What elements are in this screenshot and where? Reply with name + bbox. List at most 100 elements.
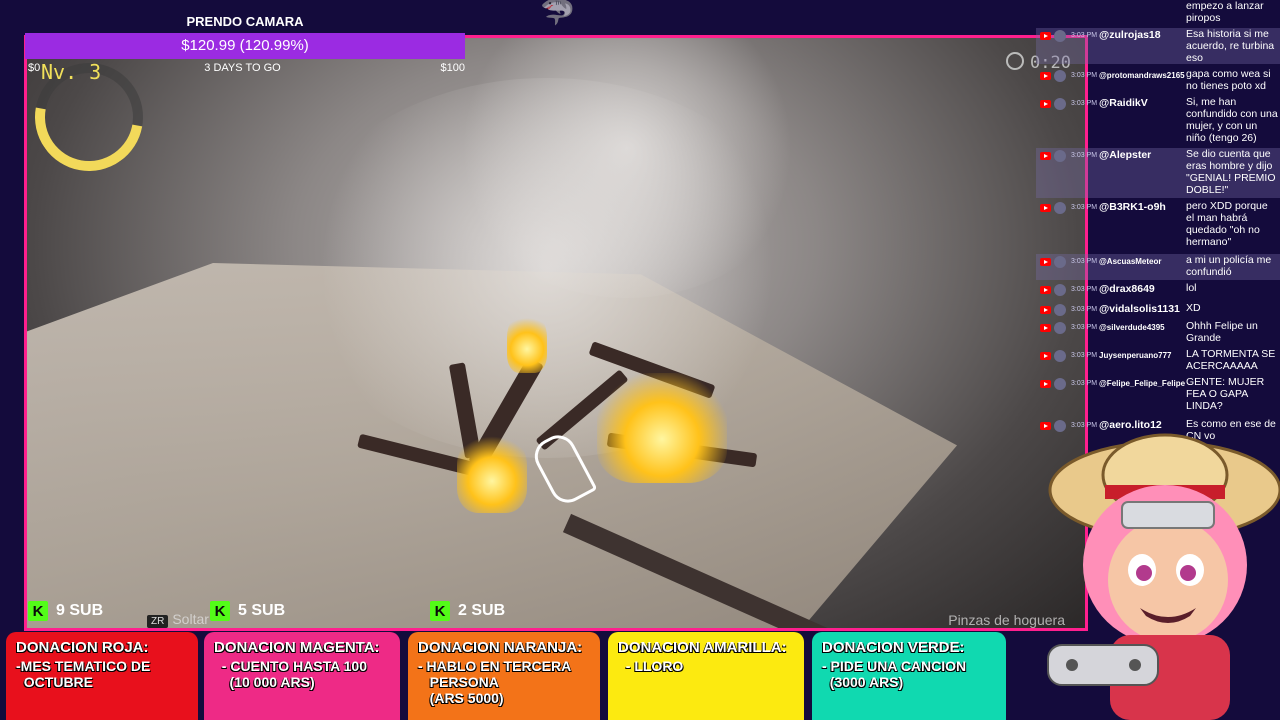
youtube-icon [1040, 286, 1051, 294]
chat-message: 3:03 PM @RaidikV Si, me han confundido con… [1036, 96, 1280, 146]
avatar [1054, 256, 1066, 268]
chat-message: 3:03 PM @protomandraws2165 gapa como wea s… [1036, 68, 1280, 94]
avatar [1054, 202, 1066, 214]
youtube-icon [1040, 258, 1051, 266]
chat-timestamp: 3:03 PM [1071, 324, 1098, 331]
campfire [347, 293, 758, 553]
youtube-icon [1040, 306, 1051, 314]
chat-message-text: GENTE: MUJER FEA O GAPA LINDA? [1186, 376, 1265, 412]
donation-line: - CUENTO HASTA 100 [214, 658, 367, 674]
chat-message-text: XD [1186, 302, 1201, 314]
chat-overflow: empezo a lanzar piropos [1036, 0, 1280, 26]
game-capture: Nv. 3 0:20 ZR Soltar Pinzas de hoguera [24, 35, 1088, 631]
chat-timestamp: 3:03 PM [1071, 422, 1098, 429]
donation-line: - LLORO [618, 658, 684, 674]
youtube-icon [1040, 422, 1051, 430]
chat-timestamp: 3:03 PM [1071, 152, 1098, 159]
avatar [1054, 350, 1066, 362]
chat-username: @Alepster [1099, 149, 1152, 161]
flame [597, 373, 727, 483]
chat-message: 3:03 PM @vidalsolis1131 XD [1036, 302, 1280, 320]
sub-goal-9: K 9 SUB [28, 600, 103, 622]
kick-icon: K [28, 601, 48, 621]
chat-message-text: a mi un policía me confundió [1186, 254, 1272, 278]
chat-message-text: empezo a lanzar piropos [1186, 0, 1264, 24]
chat-username: @drax8649 [1099, 283, 1155, 295]
level-label: Nv. 3 [41, 60, 102, 84]
chat-timestamp: 3:03 PM [1071, 72, 1098, 79]
chat-username: @RaidikV [1099, 97, 1148, 109]
youtube-icon [1040, 204, 1051, 212]
hint-drop-label: Soltar [172, 611, 209, 627]
chat-panel: empezo a lanzar piropos 3:03 PM @zulrojas… [1036, 0, 1280, 460]
donation-orange: DONACION NARANJA: - HABLO EN TERCERA PER… [408, 632, 600, 720]
youtube-icon [1040, 100, 1051, 108]
donation-green: DONACION VERDE: - PIDE UNA CANCION (3000… [812, 632, 1006, 720]
chat-message: 3:03 PM @Alepster Se dio cuenta que eras h… [1036, 148, 1280, 198]
chat-message: 3:03 PM @zulrojas18 Esa historia si me acu… [1036, 28, 1280, 64]
donation-line: (3000 ARS) [822, 674, 904, 690]
avatar [1054, 30, 1066, 42]
chat-message-text: Si, me han confundido con una mujer, y c… [1186, 96, 1278, 144]
zr-button-icon: ZR [147, 615, 169, 628]
chat-timestamp: 3:03 PM [1071, 204, 1098, 211]
youtube-icon [1040, 352, 1051, 360]
donation-title: DONACION MAGENTA: [214, 639, 380, 656]
sub-goal-5: K 5 SUB [210, 600, 285, 622]
chat-message-text: pero XDD porque el man habrá quedado "oh… [1186, 200, 1268, 248]
chat-message: 3:03 PM @silverdude4395 Ohhh Felipe un Gra… [1036, 320, 1280, 346]
sub-goal-label: 9 SUB [56, 602, 104, 619]
chat-message: 3:03 PM @Felipe_Felipe_Felipe GENTE: MUJER… [1036, 376, 1280, 416]
flame [457, 433, 527, 513]
donation-magenta: DONACION MAGENTA: - CUENTO HASTA 100 (10… [204, 632, 400, 720]
chat-timestamp: 3:03 PM [1071, 32, 1098, 39]
avatar [1054, 150, 1066, 162]
chat-timestamp: 3:03 PM [1071, 380, 1098, 387]
donation-line: (10 000 ARS) [214, 674, 315, 690]
flame [507, 313, 547, 373]
chat-username: @protomandraws2165 [1099, 71, 1185, 80]
youtube-icon [1040, 32, 1051, 40]
donation-line: OCTUBRE [16, 674, 93, 690]
donation-title: DONACION AMARILLA: [618, 639, 787, 656]
avatar [1054, 70, 1066, 82]
sub-goal-label: 5 SUB [238, 602, 286, 619]
kick-icon: K [210, 601, 230, 621]
chat-message: 3:03 PM @drax8649 lol [1036, 282, 1280, 300]
youtube-icon [1040, 380, 1051, 388]
chat-message: 3:03 PM @AscuasMeteor a mi un policía me c… [1036, 254, 1280, 280]
chat-timestamp: 3:03 PM [1071, 100, 1098, 107]
youtube-icon [1040, 72, 1051, 80]
chat-message: 3:03 PM Juysenperuano777 LA TORMENTA SE AC… [1036, 348, 1280, 374]
youtube-icon [1040, 152, 1051, 160]
donation-line: PERSONA [418, 674, 499, 690]
goal-end: $100 [440, 62, 465, 74]
avatar [1054, 322, 1066, 334]
chat-message-text: gapa como wea si no tienes poto xd [1186, 68, 1271, 92]
goal-start: $0 [28, 62, 41, 74]
chat-username: @vidalsolis1131 [1099, 303, 1180, 315]
chat-timestamp: 3:03 PM [1071, 306, 1098, 313]
chat-username: Juysenperuano777 [1099, 351, 1172, 360]
donation-line: - PIDE UNA CANCION [822, 658, 967, 674]
chat-username: @silverdude4395 [1099, 323, 1165, 332]
hint-drop: ZR Soltar [147, 611, 209, 628]
chat-message-text: Esa historia si me acuerdo, re turbina e… [1186, 28, 1275, 64]
chat-timestamp: 3:03 PM [1071, 286, 1098, 293]
chat-username: @Felipe_Felipe_Felipe [1099, 379, 1186, 388]
sub-goal-label: 2 SUB [458, 602, 506, 619]
donation-title: DONACION ROJA: [16, 639, 149, 656]
chat-message-text: LA TORMENTA SE ACERCAAAAA [1186, 348, 1276, 372]
youtube-icon [1040, 324, 1051, 332]
chat-message-text: lol [1186, 282, 1197, 294]
chat-username: @zulrojas18 [1099, 29, 1161, 41]
donation-line: -MES TEMATICO DE [16, 658, 151, 674]
donation-line: (ARS 5000) [418, 690, 504, 706]
shark-decor-icon: 🦈 [540, 0, 575, 26]
donation-title: DONACION VERDE: [822, 639, 965, 656]
avatar [1054, 284, 1066, 296]
chat-message-text: Se dio cuenta que eras hombre y dijo "GE… [1186, 148, 1276, 196]
goal-days-left: 3 DAYS TO GO [204, 62, 281, 74]
goal-progress-bar: $120.99 (120.99%) [25, 33, 465, 59]
avatar [1054, 304, 1066, 316]
